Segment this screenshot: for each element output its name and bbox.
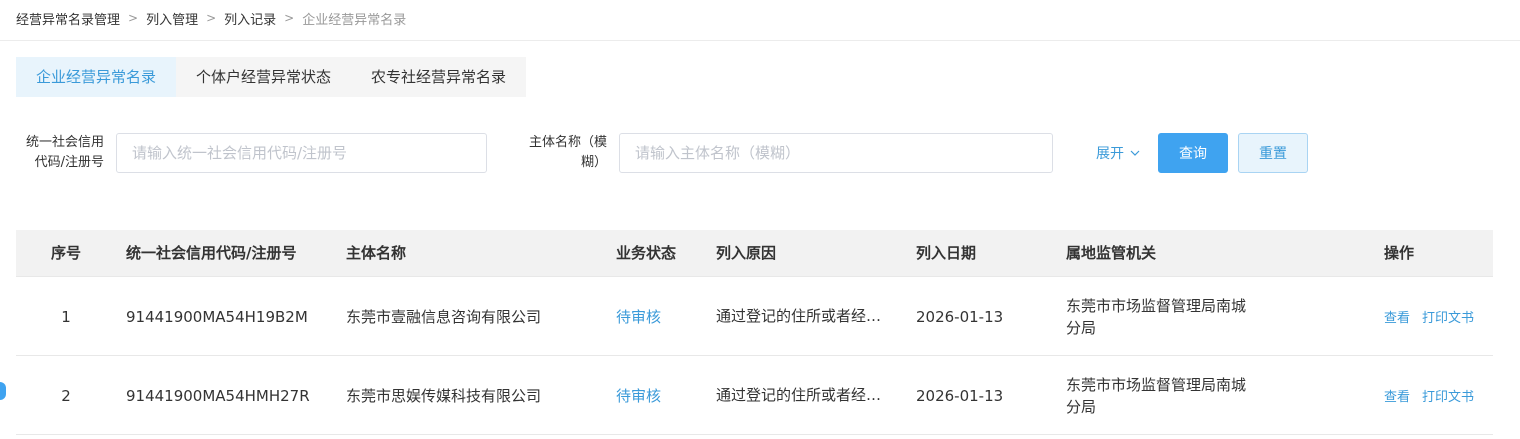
expand-label: 展开	[1096, 146, 1124, 162]
table-row: 1 91441900MA54H19B2M 东莞市壹融信息咨询有限公司 待审核 通…	[16, 277, 1493, 356]
print-document-link[interactable]: 打印文书	[1422, 386, 1474, 405]
cell-ops: 查看 打印文书	[1384, 356, 1474, 435]
breadcrumb-item-inclusion-mgmt[interactable]: 列入管理	[146, 9, 198, 28]
tab-individual-abnormal-status[interactable]: 个体户经营异常状态	[176, 57, 351, 97]
cell-reason: 通过登记的住所或者经营场所无法联系的	[716, 386, 896, 404]
cell-name: 东莞市思娱传媒科技有限公司	[346, 387, 542, 405]
tab-enterprise-abnormal-list[interactable]: 企业经营异常名录	[16, 57, 177, 97]
cell-org: 东莞市市场监督管理局南城分局	[1066, 375, 1247, 416]
expand-toggle[interactable]: 展开	[1096, 143, 1140, 163]
column-header-reason: 列入原因	[716, 244, 777, 262]
credit-code-label-line1: 统一社会信用	[25, 135, 104, 150]
cell-ops: 查看 打印文书	[1384, 277, 1474, 356]
table-header: 序号 统一社会信用代码/注册号 主体名称 业务状态 列入原因 列入日期 属地监管…	[16, 230, 1493, 277]
cell-status: 待审核	[616, 308, 662, 326]
entity-name-label-line1: 主体名称（模	[528, 135, 607, 150]
credit-code-label-line2: 代码/注册号	[34, 155, 104, 170]
view-link[interactable]: 查看	[1384, 307, 1410, 326]
cell-reason: 通过登记的住所或者经营场所无法联系的	[716, 307, 896, 325]
column-header-org: 属地监管机关	[1066, 244, 1157, 262]
cell-status: 待审核	[616, 387, 662, 405]
cell-code: 91441900MA54H19B2M	[126, 307, 308, 326]
cell-seq: 2	[61, 386, 71, 405]
column-header-ops: 操作	[1384, 244, 1415, 262]
view-link[interactable]: 查看	[1384, 386, 1410, 405]
reset-button[interactable]: 重置	[1238, 133, 1308, 173]
column-header-date: 列入日期	[916, 244, 977, 262]
breadcrumb-separator: >	[128, 11, 139, 25]
column-header-status: 业务状态	[616, 244, 677, 262]
breadcrumb-separator: >	[284, 11, 295, 25]
category-tabs: 企业经营异常名录 个体户经营异常状态 农专社经营异常名录	[16, 57, 527, 97]
breadcrumb-item-abnormal-list-mgmt[interactable]: 经营异常名录管理	[16, 9, 120, 28]
column-header-seq: 序号	[50, 244, 81, 262]
entity-name-label-line2: 糊）	[580, 155, 607, 170]
credit-code-input[interactable]	[116, 133, 487, 173]
cell-date: 2026-01-13	[916, 386, 1004, 405]
cell-seq: 1	[61, 307, 71, 326]
search-button[interactable]: 查询	[1158, 133, 1228, 173]
cell-date: 2026-01-13	[916, 307, 1004, 326]
breadcrumb-item-inclusion-records[interactable]: 列入记录	[224, 9, 276, 28]
column-header-name: 主体名称	[346, 244, 407, 262]
breadcrumb: 经营异常名录管理 > 列入管理 > 列入记录 > 企业经营异常名录	[16, 8, 406, 28]
breadcrumb-item-current: 企业经营异常名录	[302, 12, 407, 28]
chevron-down-icon	[1130, 150, 1140, 156]
column-header-code: 统一社会信用代码/注册号	[126, 244, 297, 262]
cell-org: 东莞市市场监督管理局南城分局	[1066, 296, 1247, 337]
side-float-handle[interactable]	[0, 382, 6, 400]
tab-cooperative-abnormal-list[interactable]: 农专社经营异常名录	[351, 57, 526, 97]
cell-code: 91441900MA54HMH27R	[126, 386, 310, 405]
cell-name: 东莞市壹融信息咨询有限公司	[346, 308, 542, 326]
results-table: 序号 统一社会信用代码/注册号 主体名称 业务状态 列入原因 列入日期 属地监管…	[16, 230, 1493, 435]
entity-name-input[interactable]	[619, 133, 1053, 173]
header-divider	[0, 40, 1520, 41]
credit-code-label: 统一社会信用 代码/注册号	[16, 133, 104, 173]
entity-name-label: 主体名称（模 糊）	[513, 133, 607, 173]
table-row: 2 91441900MA54HMH27R 东莞市思娱传媒科技有限公司 待审核 通…	[16, 356, 1493, 435]
breadcrumb-separator: >	[206, 11, 217, 25]
print-document-link[interactable]: 打印文书	[1422, 307, 1474, 326]
